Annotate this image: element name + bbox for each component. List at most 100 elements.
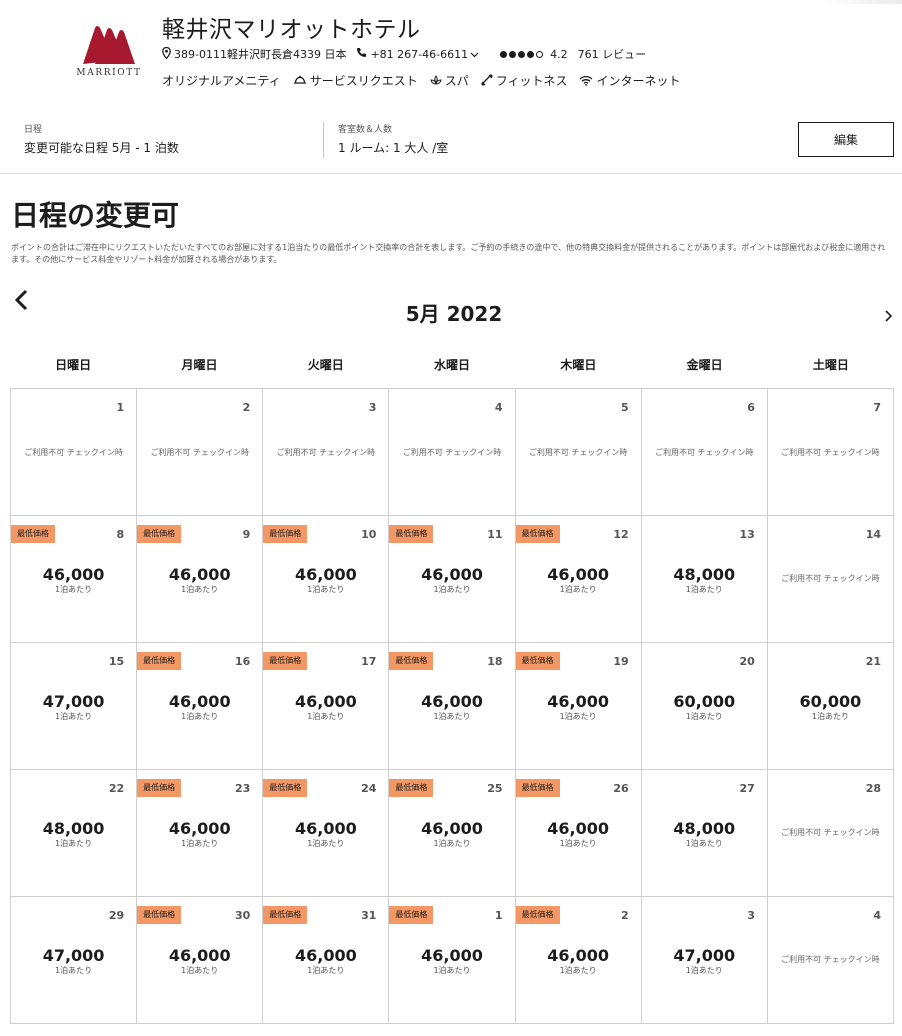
logo-wordmark: MARRIOTT (76, 68, 142, 78)
calendar-day-cell[interactable]: 最低価格 30 46,000 1泊あたり (137, 897, 264, 1024)
bell-icon (293, 75, 306, 84)
chevron-right-icon (885, 310, 893, 322)
calendar-day-cell[interactable]: 最低価格 26 46,000 1泊あたり (515, 770, 642, 897)
calendar-day-cell[interactable]: 最低価格 31 46,000 1泊あたり (263, 897, 390, 1024)
nightly-points-price: 46,000 (294, 819, 357, 838)
calendar-day-cell[interactable]: 14 ご利用不可 チェックイン時 (767, 516, 894, 643)
lowest-price-badge: 最低価格 (137, 906, 182, 924)
calendar-grid: 1 ご利用不可 チェックイン時 2 ご利用不可 チェックイン時 3 ご利用不可 チェックイ… (10, 388, 894, 1024)
unavailable-label: ご利用不可 チェックイン時 (781, 955, 880, 964)
lowest-price-badge: 最低価格 (263, 779, 308, 797)
rating-dot-filled (509, 50, 517, 58)
next-month-button[interactable] (883, 308, 895, 324)
calendar-day-cell[interactable]: 最低価格 8 46,000 1泊あたり (11, 516, 138, 643)
calendar-day-cell[interactable]: 7 ご利用不可 チェックイン時 (767, 389, 894, 516)
unavailable-label: ご利用不可 チェックイン時 (655, 448, 754, 457)
per-night-label: 1泊あたり (433, 585, 471, 594)
rating-dot-filled (500, 50, 508, 58)
amenity-label: スパ (444, 73, 469, 88)
calendar-day-cell[interactable]: 5 ご利用不可 チェックイン時 (515, 389, 642, 516)
calendar-day-cell[interactable]: 15 47,000 1泊あたり (11, 643, 138, 770)
rooms-guests-field[interactable]: 客室数＆人数 1 ルーム: 1 大人 /室 (338, 122, 448, 156)
calendar-day-cell[interactable]: 20 60,000 1泊あたり (641, 643, 768, 770)
nightly-points-price: 48,000 (42, 819, 105, 838)
amenity-label: フィットネス (495, 73, 568, 88)
lowest-price-badge: 最低価格 (389, 525, 434, 543)
calendar-day-cell[interactable]: 29 47,000 1泊あたり (11, 897, 138, 1024)
calendar-day-cell[interactable]: 3 ご利用不可 チェックイン時 (263, 389, 390, 516)
day-number: 1 (116, 401, 125, 414)
nightly-points-price: 46,000 (421, 565, 483, 584)
lowest-price-badge: 最低価格 (137, 525, 182, 543)
calendar-day-cell[interactable]: 最低価格 25 46,000 1泊あたり (389, 770, 516, 897)
calendar-day-cell[interactable]: 13 48,000 1泊あたり (641, 516, 768, 643)
amenity-original[interactable]: オリジナルアメニティ (162, 72, 281, 89)
calendar-day-cell[interactable]: 最低価格 23 46,000 1泊あたり (137, 770, 264, 897)
weekday-thursday: 木曜日 (560, 358, 597, 372)
day-number: 5 (621, 401, 629, 414)
nightly-points-price: 46,000 (42, 565, 105, 584)
calendar-day-cell[interactable]: 4 ご利用不可 チェックイン時 (767, 897, 894, 1024)
day-number: 26 (613, 782, 629, 795)
dates-field[interactable]: 日程 変更可能な日程 5月 - 1 泊数 (24, 122, 179, 156)
calendar-day-cell[interactable]: 28 ご利用不可 チェックイン時 (767, 770, 894, 897)
marriott-logo[interactable]: MARRIOTT (70, 22, 148, 82)
day-number: 17 (361, 655, 377, 668)
day-number: 30 (234, 909, 251, 922)
calendar-day-cell[interactable]: 27 48,000 1泊あたり (641, 770, 768, 897)
calendar-day-cell[interactable]: 最低価格 2 46,000 1泊あたり (515, 897, 642, 1024)
spa-icon (430, 75, 442, 85)
nightly-points-price: 47,000 (42, 946, 105, 965)
chevron-down-icon[interactable] (470, 48, 479, 61)
calendar-day-cell[interactable]: 最低価格 9 46,000 1泊あたり (137, 516, 264, 643)
month-title: 5月 2022 (405, 302, 503, 326)
calendar-day-cell[interactable]: 21 60,000 1泊あたり (767, 643, 894, 770)
per-night-label: 1泊あたり (559, 585, 597, 594)
calendar-day-cell[interactable]: 最低価格 12 46,000 1泊あたり (515, 516, 642, 643)
day-number: 1 (494, 909, 503, 922)
rating-value: 4.2 (550, 47, 568, 61)
edit-button[interactable]: 編集 (798, 122, 894, 157)
amenity-internet[interactable]: インターネット (579, 72, 681, 89)
nightly-points-price: 60,000 (673, 692, 736, 711)
amenity-spa[interactable]: スパ (430, 72, 469, 89)
unavailable-label: ご利用不可 チェックイン時 (276, 448, 376, 457)
nightly-points-price: 48,000 (673, 819, 736, 838)
hotel-phone[interactable]: +81 267-46-6611 (370, 48, 468, 61)
hotel-address[interactable]: 389-0111軽井沢町長倉4339 日本 (174, 46, 346, 62)
weekday-monday: 月曜日 (181, 358, 218, 372)
calendar-day-cell[interactable]: 6 ご利用不可 チェックイン時 (641, 389, 768, 516)
calendar-day-cell[interactable]: 最低価格 10 46,000 1泊あたり (263, 516, 390, 643)
calendar-day-cell[interactable]: 最低価格 16 46,000 1泊あたり (137, 643, 264, 770)
per-night-label: 1泊あたり (433, 712, 471, 721)
amenity-fitness[interactable]: フィットネス (480, 72, 568, 89)
calendar-day-cell[interactable]: 4 ご利用不可 チェックイン時 (389, 389, 516, 516)
calendar-day-cell[interactable]: 最低価格 1 46,000 1泊あたり (389, 897, 516, 1024)
unavailable-label: ご利用不可 チェックイン時 (402, 448, 502, 457)
star-rating (500, 50, 544, 58)
rooms-guests-label: 客室数＆人数 (338, 125, 393, 135)
amenity-service-request[interactable]: サービスリクエスト (293, 72, 418, 89)
amenity-label: オリジナルアメニティ (162, 73, 281, 88)
lowest-price-badge: 最低価格 (263, 652, 308, 670)
calendar-day-cell[interactable]: 1 ご利用不可 チェックイン時 (11, 389, 138, 516)
per-night-label: 1泊あたり (811, 712, 849, 721)
day-number: 18 (487, 655, 503, 668)
weekday-wednesday: 水曜日 (434, 358, 471, 372)
calendar-day-cell[interactable]: 最低価格 17 46,000 1泊あたり (263, 643, 390, 770)
nightly-points-price: 46,000 (294, 946, 357, 965)
review-count-link[interactable]: 761 レビュー (578, 46, 647, 62)
calendar-day-cell[interactable]: 22 48,000 1泊あたり (11, 770, 138, 897)
calendar-day-cell[interactable]: 最低価格 18 46,000 1泊あたり (389, 643, 516, 770)
day-number: 3 (368, 401, 377, 414)
top-shadow (818, 0, 902, 4)
day-number: 10 (361, 528, 377, 541)
calendar-day-cell[interactable]: 最低価格 11 46,000 1泊あたり (389, 516, 516, 643)
calendar-day-cell[interactable]: 最低価格 19 46,000 1泊あたり (515, 643, 642, 770)
weekday-friday: 金曜日 (686, 358, 723, 372)
nightly-points-price: 46,000 (547, 565, 609, 584)
calendar-day-cell[interactable]: 2 ご利用不可 チェックイン時 (137, 389, 264, 516)
rooms-guests-value: 1 ルーム: 1 大人 /室 (338, 141, 449, 155)
calendar-day-cell[interactable]: 3 47,000 1泊あたり (641, 897, 768, 1024)
calendar-day-cell[interactable]: 最低価格 24 46,000 1泊あたり (263, 770, 390, 897)
